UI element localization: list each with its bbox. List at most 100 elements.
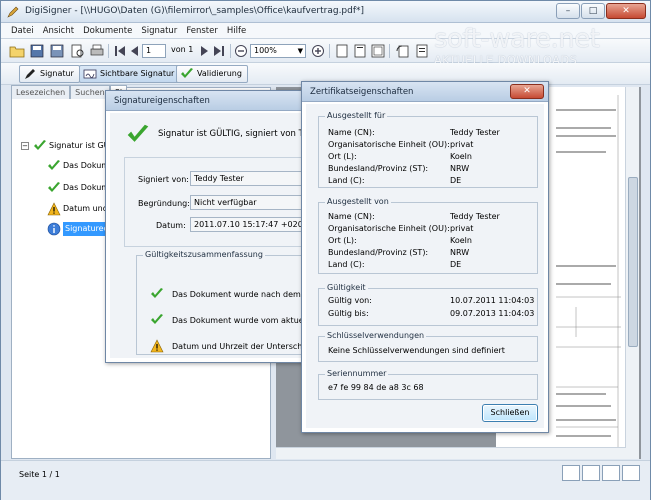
- continuous-view-icon[interactable]: [582, 465, 600, 481]
- single-page-icon[interactable]: [334, 43, 350, 59]
- field-label: Name (CN):: [328, 128, 375, 137]
- menu-ansicht[interactable]: Ansicht: [43, 23, 74, 38]
- tree-item-label: Das Dokum: [63, 183, 110, 192]
- group-title: Seriennummer: [325, 369, 389, 378]
- dialog-body: Ausgestellt für Name (CN): Teddy Tester …: [306, 104, 544, 428]
- page-number-input[interactable]: 1: [142, 44, 166, 58]
- dialog-body: Signatur ist GÜLTIG, signiert von Teddy …: [110, 113, 326, 358]
- field-label: Ort (L):: [328, 236, 357, 245]
- close-button[interactable]: ✕: [606, 3, 646, 19]
- signed-by-label: Signiert von:: [138, 175, 189, 184]
- dialog-close-button[interactable]: ✕: [510, 84, 544, 99]
- field-value: privat: [450, 140, 474, 149]
- field-label: Bundesland/Provinz (ST):: [328, 248, 429, 257]
- group-title: Gültigkeit: [325, 283, 368, 292]
- save-icon[interactable]: [29, 43, 45, 59]
- field-label: Land (C):: [328, 176, 365, 185]
- group-title: Gültigkeitszusammenfassung: [143, 250, 265, 259]
- menu-hilfe[interactable]: Hilfe: [227, 23, 246, 38]
- scrollbar-thumb[interactable]: [628, 177, 638, 347]
- field-label: Gültig von:: [328, 296, 372, 305]
- main-toolbar: 1 von 1 100% ▼: [1, 39, 650, 63]
- last-page-icon[interactable]: [211, 43, 227, 59]
- warning-icon: [47, 202, 61, 216]
- tab-search[interactable]: Suchen: [70, 85, 110, 99]
- zoom-in-icon[interactable]: [310, 43, 326, 59]
- tree-collapse-toggle[interactable]: −: [21, 142, 29, 150]
- info-icon: [47, 222, 61, 236]
- single-page-view-icon[interactable]: [562, 465, 580, 481]
- continuous-facing-view-icon[interactable]: [622, 465, 640, 481]
- vertical-scrollbar[interactable]: [625, 87, 639, 459]
- horizontal-scrollbar[interactable]: [276, 447, 626, 459]
- menu-dokumente[interactable]: Dokumente: [83, 23, 132, 38]
- signature-button[interactable]: Signatur: [19, 65, 80, 83]
- certificate-properties-dialog: Zertifikatseigenschaften ✕ Ausgestellt f…: [301, 81, 549, 433]
- zoom-out-icon[interactable]: [233, 43, 249, 59]
- menu-datei[interactable]: Datei: [11, 23, 34, 38]
- reason-label: Begründung:: [138, 199, 190, 208]
- menu-signatur[interactable]: Signatur: [141, 23, 177, 38]
- dialog-title: Signatureigenschaften: [106, 91, 314, 111]
- field-value: DE: [450, 260, 462, 269]
- group-title: Ausgestellt von: [325, 197, 391, 206]
- next-page-icon[interactable]: [196, 43, 212, 59]
- check-icon: [48, 182, 60, 192]
- title-bar: DigiSigner - [\\HUGO\Daten (G)\filemirro…: [1, 1, 650, 23]
- check-icon: [34, 140, 46, 150]
- facing-view-icon[interactable]: [602, 465, 620, 481]
- open-folder-icon[interactable]: [9, 43, 25, 59]
- minimize-button[interactable]: –: [556, 3, 580, 19]
- signed-by-field: Teddy Tester: [190, 171, 310, 186]
- field-value: Teddy Tester: [450, 128, 500, 137]
- page-status: Seite 1 / 1: [19, 470, 60, 479]
- check-icon: [151, 314, 163, 324]
- field-value: 10.07.2011 11:04:03: [450, 296, 535, 305]
- validation-button-label: Validierung: [197, 69, 242, 78]
- fit-width-icon[interactable]: [352, 43, 368, 59]
- check-icon: [181, 68, 193, 78]
- save-as-icon[interactable]: [49, 43, 65, 59]
- group-title: Schlüsselverwendungen: [325, 331, 427, 340]
- key-usage-value: Keine Schlüsselverwendungen sind definie…: [328, 346, 505, 355]
- field-label: Bundesland/Provinz (ST):: [328, 164, 429, 173]
- tree-item-label: Signatured: [63, 222, 111, 236]
- menu-bar: Datei Ansicht Dokumente Signatur Fenster…: [1, 23, 650, 39]
- tab-bookmarks[interactable]: Lesezeichen: [11, 85, 71, 99]
- rotate-icon[interactable]: [395, 43, 411, 59]
- check-icon: [127, 124, 149, 142]
- tree-item-label: Das Dokum: [63, 161, 110, 170]
- menu-fenster[interactable]: Fenster: [186, 23, 218, 38]
- previous-page-icon[interactable]: [127, 43, 143, 59]
- zoom-select[interactable]: 100% ▼: [250, 44, 306, 58]
- group-title: Ausgestellt für: [325, 111, 388, 120]
- tree-item-label: Datum und: [63, 204, 108, 213]
- first-page-icon[interactable]: [112, 43, 128, 59]
- field-value: NRW: [450, 248, 470, 257]
- visible-signature-button-label: Sichtbare Signatur: [100, 69, 175, 78]
- maximize-button[interactable]: □: [581, 3, 605, 19]
- visible-signature-button[interactable]: Sichtbare Signatur: [79, 65, 181, 83]
- check-icon: [151, 288, 163, 298]
- chevron-down-icon: ▼: [297, 47, 303, 55]
- field-label: Name (CN):: [328, 212, 375, 221]
- fit-page-icon[interactable]: [370, 43, 386, 59]
- field-label: Organisatorische Einheit (OU):: [328, 140, 450, 149]
- field-value: Teddy Tester: [450, 212, 500, 221]
- field-label: Gültig bis:: [328, 309, 369, 318]
- status-bar: Seite 1 / 1: [1, 460, 650, 500]
- field-value: 09.07.2013 11:04:03: [450, 309, 535, 318]
- document-properties-icon[interactable]: [414, 43, 430, 59]
- validation-button[interactable]: Validierung: [176, 65, 248, 83]
- serial-number-value: e7 fe 99 84 de a8 3c 68: [328, 383, 424, 392]
- warning-icon: [150, 339, 164, 353]
- validity-period-group: Gültigkeit: [318, 283, 538, 326]
- validity-summary-group: Gültigkeitszusammenfassung: [136, 250, 326, 355]
- close-dialog-button[interactable]: Schließen: [482, 404, 538, 422]
- field-value: Koeln: [450, 152, 472, 161]
- field-label: Land (C):: [328, 260, 365, 269]
- date-field: 2011.07.10 15:17:47 +0200: [190, 217, 310, 232]
- print-preview-icon[interactable]: [69, 43, 85, 59]
- print-icon[interactable]: [89, 43, 105, 59]
- tree-item-label: Signatur ist GÜ: [49, 141, 110, 150]
